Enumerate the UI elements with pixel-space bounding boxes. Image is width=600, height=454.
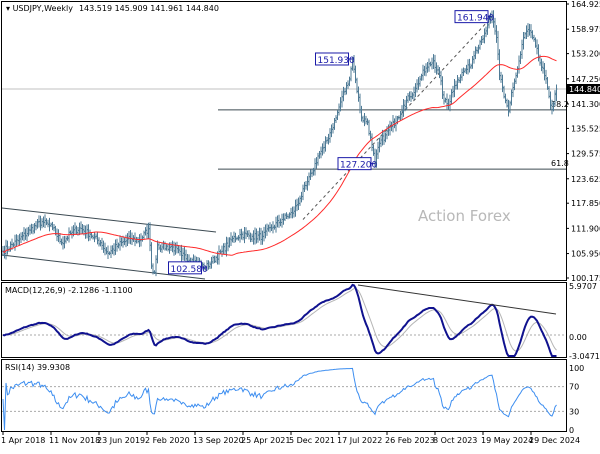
- price-tick-label: 123.625: [571, 175, 600, 184]
- watermark: Action Forex: [418, 207, 511, 225]
- symbol-header: ▾ USDJPY,Weekly 143.519 145.909 141.961 1…: [6, 4, 219, 13]
- chart: 38.261.8 151.930161.940127.200102.580 Ac…: [0, 0, 600, 450]
- price-tick-label: 111.900: [571, 224, 600, 233]
- macd-tick-label: 0.00: [569, 333, 587, 342]
- macd-label: MACD(12,26,9) -2.1286 -1.1100: [5, 286, 133, 295]
- date-tick-label: 13 Sep 2020: [193, 436, 244, 445]
- rsi-tick-label: 100: [569, 364, 584, 373]
- macd-tick-label: -3.0471: [569, 352, 600, 361]
- current-price-label: 144.840: [569, 85, 600, 94]
- symbol-label: USDJPY,Weekly: [13, 4, 74, 13]
- ohlc-values: 143.519 145.909 141.961 144.840: [79, 4, 219, 13]
- price-label-high2: 161.940: [457, 14, 494, 24]
- price-tick-label: 129.575: [571, 150, 600, 159]
- rsi-label: RSI(14) 39.9308: [5, 363, 70, 372]
- price-tick-label: 147.250: [571, 75, 600, 84]
- date-tick-label: 25 Apr 2021: [241, 436, 290, 445]
- price-label-low0: 102.580: [171, 265, 208, 275]
- price-tick-label: 105.950: [571, 250, 600, 259]
- date-tick-label: 26 Feb 2023: [385, 436, 435, 445]
- price-tick-label: 141.300: [571, 100, 600, 109]
- price-tick-label: 153.200: [571, 50, 600, 59]
- price-tick-label: 158.975: [571, 25, 600, 34]
- date-tick-label: 23 Jun 2019: [97, 436, 145, 445]
- date-tick-label: 5 Dec 2021: [289, 436, 335, 445]
- date-tick-label: 1 Apr 2018: [1, 436, 45, 445]
- date-tick-label: 2 Feb 2020: [145, 436, 190, 445]
- rsi-tick-label: 0: [569, 426, 574, 435]
- price-tick-label: 135.525: [571, 124, 600, 133]
- macd-tick-label: 5.9707: [569, 282, 597, 291]
- rsi-tick-label: 70: [569, 383, 579, 392]
- date-tick-label: 8 Oct 2023: [433, 436, 477, 445]
- date-tick-label: 19 May 2024: [481, 436, 533, 445]
- price-label-high1: 151.930: [318, 56, 355, 66]
- date-tick-label: 17 Jul 2022: [337, 436, 382, 445]
- price-tick-label: 164.925: [571, 0, 600, 9]
- price-label-low1: 127.200: [340, 161, 377, 171]
- fib-level-label: 61.8: [551, 159, 569, 168]
- price-tick-label: 117.850: [571, 199, 600, 208]
- rsi-tick-label: 30: [569, 407, 579, 416]
- date-tick-label: 11 Nov 2018: [49, 436, 100, 445]
- date-tick-label: 29 Dec 2024: [529, 436, 580, 445]
